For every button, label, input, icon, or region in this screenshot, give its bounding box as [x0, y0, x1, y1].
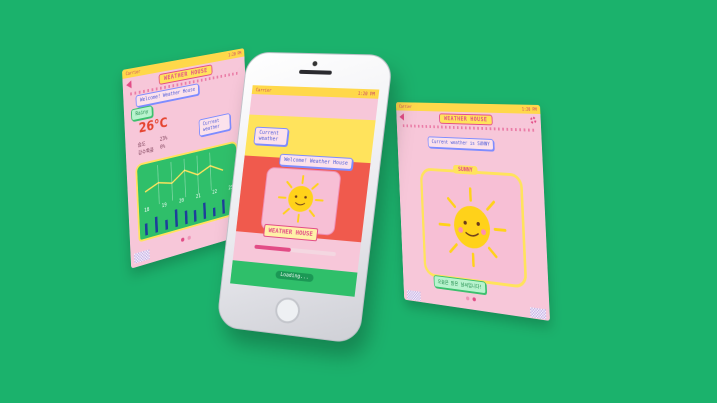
page-dot[interactable]	[181, 237, 184, 242]
progress-fill	[254, 245, 290, 252]
bar	[145, 223, 148, 235]
axis-label: 18	[144, 207, 149, 214]
axis-label: 20	[179, 198, 184, 205]
rain-value: 0%	[160, 144, 165, 151]
phone-app-screen: Carrier 1:20 PM Current weather Welcome!…	[230, 85, 379, 297]
axis-label: 22	[212, 189, 217, 196]
mockup-scene: Carrier 1:20 PM WEATHER HOUSE Welcome! W…	[0, 0, 717, 403]
forecast-chart: 18 19 20 21 22 23	[135, 140, 240, 242]
bar	[174, 209, 177, 227]
carrier-label: Carrier	[399, 104, 412, 109]
status-bar: Carrier 1:20 PM	[252, 85, 380, 99]
home-button[interactable]	[274, 296, 301, 324]
back-arrow-icon[interactable]	[126, 80, 132, 89]
axis-label: 19	[162, 202, 167, 209]
bar	[194, 210, 197, 222]
checker-decoration	[530, 307, 546, 319]
phone-device: Carrier 1:20 PM Current weather Welcome!…	[216, 52, 394, 345]
axis-label: 21	[196, 193, 201, 200]
sunny-card: SUNNY	[420, 167, 528, 288]
page-indicator	[466, 296, 476, 301]
loading-progress	[254, 245, 336, 257]
camera-icon	[312, 61, 317, 66]
app-title: WEATHER HOUSE	[439, 113, 492, 125]
page-indicator	[181, 235, 191, 242]
right-app-screen: Carrier 1:20 PM WEATHER HOUSE Current we…	[396, 102, 550, 321]
back-arrow-icon[interactable]	[399, 113, 404, 120]
page-dot[interactable]	[466, 296, 469, 300]
speaker-grille	[299, 70, 332, 75]
humidity-value: 23%	[160, 135, 168, 143]
condition-badge: SUNNY	[453, 165, 478, 175]
bar	[184, 210, 187, 224]
current-weather-button[interactable]: Current weather	[199, 113, 231, 137]
carrier-label: Carrier	[256, 87, 272, 92]
page-dot[interactable]	[472, 297, 475, 301]
sun-icon	[262, 168, 341, 231]
checker-decoration	[407, 290, 421, 301]
current-weather-bubble: Current weather is SUNNY	[428, 136, 495, 150]
bar	[213, 207, 216, 216]
bar	[203, 202, 206, 219]
clock-label: 1:20 PM	[358, 91, 375, 97]
bar	[155, 217, 158, 233]
clock-label: 1:20 PM	[522, 107, 537, 112]
bar	[222, 199, 225, 214]
bar	[165, 220, 168, 230]
current-weather-button[interactable]: Current weather	[253, 127, 288, 146]
checker-decoration	[134, 249, 150, 263]
settings-gear-icon[interactable]	[530, 117, 536, 124]
page-dot[interactable]	[187, 235, 190, 240]
sun-icon	[422, 176, 524, 282]
